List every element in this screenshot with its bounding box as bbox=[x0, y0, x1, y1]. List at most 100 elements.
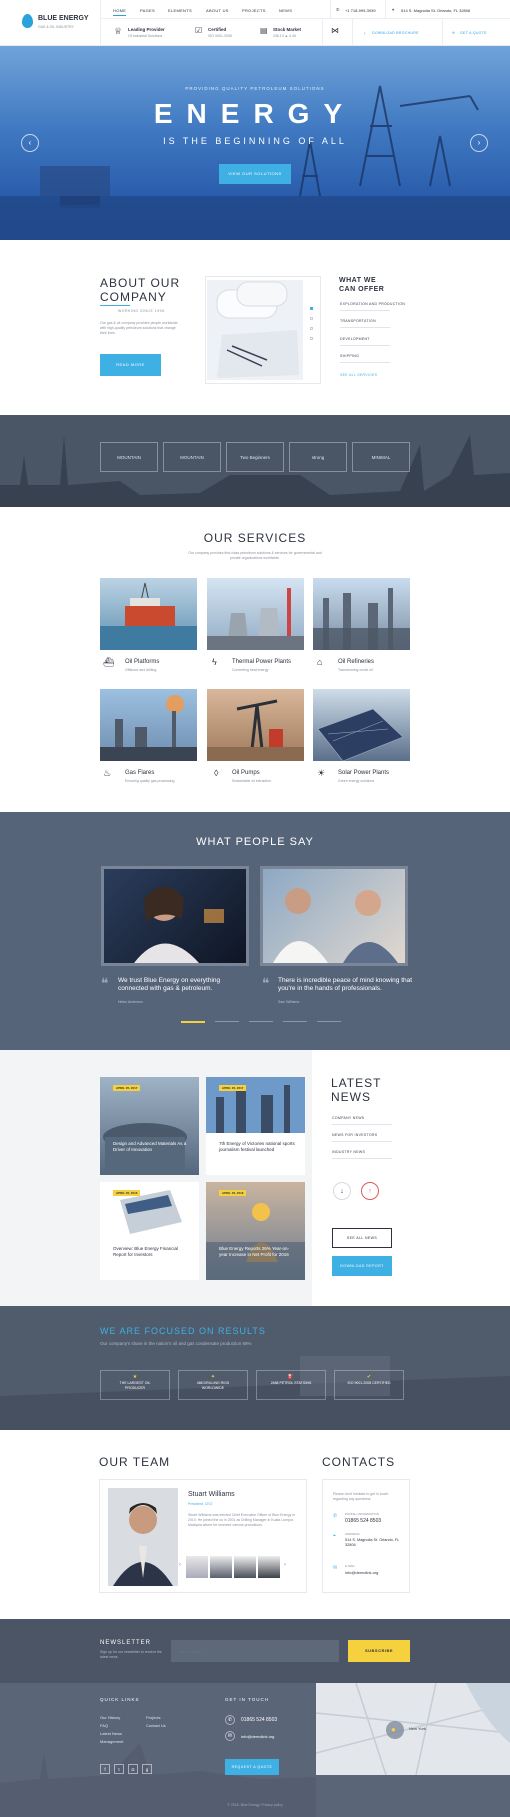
slider-indicator-active[interactable] bbox=[181, 1021, 205, 1023]
nav-elements[interactable]: ELEMENTS bbox=[168, 8, 192, 13]
prev-slide-button[interactable]: ‹ bbox=[21, 134, 39, 152]
footer-phone[interactable]: 01865 524 8503 bbox=[241, 1717, 277, 1723]
see-all-news-button[interactable]: SEE ALL NEWS bbox=[332, 1228, 392, 1248]
nav-about[interactable]: ABOUT US bbox=[206, 8, 229, 13]
news-headline[interactable]: Blue Energy Reports 26% Year-on-year Inc… bbox=[219, 1246, 295, 1258]
header-phone[interactable]: +1 718-999-3939 bbox=[345, 8, 376, 13]
news-up-arrow-button[interactable]: ↑ bbox=[361, 1182, 379, 1200]
offer-item[interactable]: TRANSPORTATION bbox=[340, 319, 376, 323]
footer-link[interactable]: Contact Us bbox=[146, 1723, 166, 1728]
partner-logo[interactable]: strong bbox=[289, 442, 347, 472]
partner-logo[interactable]: MOUNTAIN bbox=[100, 442, 158, 472]
team-thumb[interactable] bbox=[210, 1556, 232, 1578]
brand-name[interactable]: BLUE ENERGY bbox=[38, 15, 89, 22]
news-card[interactable]: APRIL 05, 2017 Design and Advanced Mater… bbox=[100, 1077, 199, 1175]
contacts-title: CONTACTS bbox=[322, 1455, 396, 1469]
service-title[interactable]: Oil Pumps bbox=[232, 770, 260, 776]
pager-dot[interactable] bbox=[310, 317, 313, 320]
nav-news[interactable]: NEWS bbox=[279, 8, 292, 13]
office-background-image bbox=[0, 1306, 510, 1430]
twitter-icon[interactable]: t bbox=[114, 1764, 124, 1774]
news-down-arrow-button[interactable]: ↓ bbox=[333, 1182, 351, 1200]
get-quote-link[interactable]: GET A QUOTE bbox=[460, 31, 487, 35]
thermal-plant-image[interactable] bbox=[207, 578, 304, 650]
pager-dot[interactable] bbox=[310, 337, 313, 340]
footer-link[interactable]: Management bbox=[100, 1739, 123, 1744]
chevron-left-icon[interactable]: ‹ bbox=[179, 1562, 181, 1568]
contact-phone[interactable]: 01865 524 8503 bbox=[345, 1518, 381, 1524]
subscribe-button[interactable]: SUBSCRIBE bbox=[348, 1640, 410, 1662]
gas-flare-image[interactable] bbox=[100, 689, 197, 761]
offer-item[interactable]: SHIPPING bbox=[340, 354, 359, 358]
instagram-icon[interactable]: ◘ bbox=[128, 1764, 138, 1774]
divider bbox=[442, 18, 443, 46]
service-title[interactable]: Solar Power Plants bbox=[338, 770, 389, 776]
oil-pump-image[interactable] bbox=[207, 689, 304, 761]
chevron-right-icon[interactable]: › bbox=[284, 1562, 286, 1568]
footer-link[interactable]: FAQ bbox=[100, 1723, 108, 1728]
share-icon[interactable]: ⋈ bbox=[331, 26, 339, 35]
team-member-photo bbox=[108, 1488, 178, 1586]
google-plus-icon[interactable]: g bbox=[142, 1764, 152, 1774]
service-title[interactable]: Gas Flares bbox=[125, 770, 154, 776]
footer-email[interactable]: info@demolink.org bbox=[241, 1734, 274, 1739]
partner-logo[interactable]: Two Beginners bbox=[226, 442, 284, 472]
location-icon: ⌖ bbox=[333, 1533, 336, 1539]
email-input[interactable] bbox=[171, 1640, 339, 1662]
pager-dot[interactable] bbox=[310, 327, 313, 330]
download-report-button[interactable]: DOWNLOAD REPORT bbox=[332, 1256, 392, 1276]
map-label: New York bbox=[409, 1726, 426, 1731]
nav-pages[interactable]: PAGES bbox=[140, 8, 155, 13]
view-solutions-button[interactable]: VIEW OUR SOLUTIONS bbox=[219, 164, 291, 184]
footer-link[interactable]: Latest News bbox=[100, 1731, 122, 1736]
next-slide-button[interactable]: › bbox=[470, 134, 488, 152]
map-pin-icon[interactable]: ● bbox=[391, 1725, 396, 1734]
news-card[interactable]: APRIL 05, 2016 Overview: Blue Energy Fin… bbox=[100, 1182, 199, 1280]
slider-indicator[interactable] bbox=[215, 1021, 239, 1022]
oil-refinery-image[interactable] bbox=[313, 578, 410, 650]
news-category[interactable]: INDUSTRY NEWS bbox=[332, 1150, 365, 1154]
pager-dot-active[interactable] bbox=[310, 307, 313, 310]
info-title: Stock Market bbox=[273, 27, 302, 32]
slider-indicator[interactable] bbox=[317, 1021, 341, 1022]
header: BLUE ENERGY GAS & OIL INDUSTRY HOME PAGE… bbox=[0, 0, 510, 46]
news-card[interactable]: APRIL 05, 2017 7th Energy of Victories n… bbox=[206, 1077, 305, 1175]
phone-icon: ✆ bbox=[336, 7, 340, 12]
service-title[interactable]: Oil Platforms bbox=[125, 659, 159, 665]
hero-title: ENERGY bbox=[153, 98, 357, 129]
divider bbox=[332, 1141, 392, 1142]
footer-link[interactable]: Our History bbox=[100, 1715, 120, 1720]
nav-home[interactable]: HOME bbox=[113, 8, 127, 16]
team-thumb[interactable] bbox=[234, 1556, 256, 1578]
offer-item[interactable]: DEVELOPMENT bbox=[340, 337, 370, 341]
flame-icon: ♨ bbox=[103, 768, 112, 778]
footer-link[interactable]: Projects bbox=[146, 1715, 160, 1720]
see-all-services-link[interactable]: SEE ALL SERVICES bbox=[340, 373, 377, 377]
service-title[interactable]: Oil Refineries bbox=[338, 659, 374, 665]
partner-logo[interactable]: MOUNTAIN bbox=[163, 442, 221, 472]
oil-platform-image[interactable] bbox=[100, 578, 197, 650]
logo-icon[interactable] bbox=[22, 14, 33, 28]
slider-indicator[interactable] bbox=[283, 1021, 307, 1022]
news-headline[interactable]: Overview: Blue Energy Financial Report f… bbox=[113, 1246, 189, 1258]
news-card[interactable]: APRIL 05, 2016 Blue Energy Reports 26% Y… bbox=[206, 1182, 305, 1280]
nav-projects[interactable]: PROJECTS bbox=[242, 8, 266, 13]
team-thumb[interactable] bbox=[186, 1556, 208, 1578]
news-headline[interactable]: Design and Advanced Materials As a Drive… bbox=[113, 1141, 189, 1153]
service-title[interactable]: Thermal Power Plants bbox=[232, 659, 291, 665]
solar-plant-image[interactable] bbox=[313, 689, 410, 761]
read-more-button[interactable]: READ MORE bbox=[100, 354, 161, 376]
offer-item[interactable]: EXPLORATION AND PRODUCTION bbox=[340, 302, 405, 306]
news-headline[interactable]: 7th Energy of Victories national sports … bbox=[219, 1141, 295, 1153]
download-brochure-link[interactable]: DOWNLOAD BROCHURE bbox=[372, 31, 419, 35]
divider bbox=[100, 0, 101, 46]
contact-email[interactable]: info@demolink.org bbox=[345, 1570, 378, 1575]
news-category[interactable]: COMPANY NEWS bbox=[332, 1116, 364, 1120]
map[interactable]: ● New York bbox=[315, 1683, 510, 1776]
request-quote-button[interactable]: REQUEST A QUOTE bbox=[225, 1759, 279, 1775]
facebook-icon[interactable]: f bbox=[100, 1764, 110, 1774]
team-thumb[interactable] bbox=[258, 1556, 280, 1578]
slider-indicator[interactable] bbox=[249, 1021, 273, 1022]
news-category[interactable]: NEWS FOR INVESTORS bbox=[332, 1133, 377, 1137]
partner-logo[interactable]: MINIMAL bbox=[352, 442, 410, 472]
